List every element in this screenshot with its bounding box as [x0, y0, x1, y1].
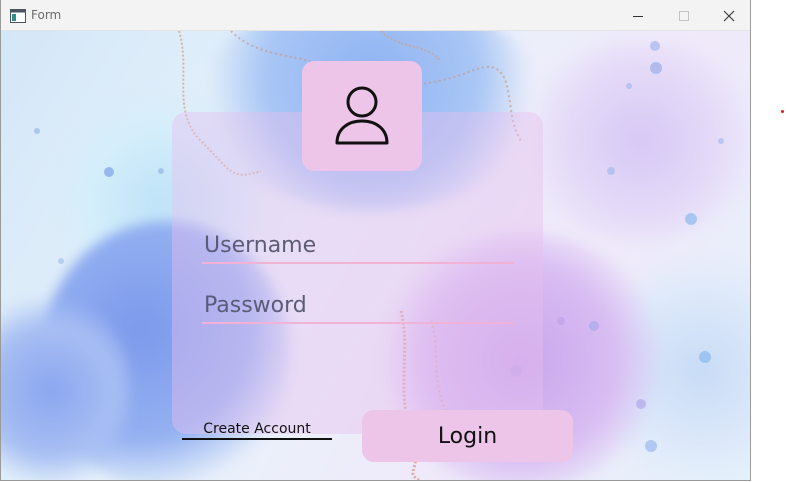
password-field[interactable] [202, 288, 514, 324]
user-icon [335, 86, 389, 145]
app-window: Form Username Create Account Login [0, 0, 751, 481]
desktop-dot [781, 110, 784, 113]
minimize-icon [633, 15, 643, 17]
create-account-link[interactable]: Create Account [182, 420, 332, 440]
close-icon [723, 10, 735, 21]
username-field[interactable] [202, 228, 514, 264]
window-app-icon [10, 8, 26, 23]
window-title: Form [31, 8, 62, 22]
close-button[interactable] [706, 0, 750, 31]
minimize-button[interactable] [615, 0, 661, 31]
maximize-button[interactable] [661, 0, 707, 31]
title-bar[interactable]: Form [1, 0, 750, 31]
login-button[interactable]: Login [362, 410, 573, 462]
avatar [302, 61, 422, 171]
maximize-icon [679, 10, 689, 21]
